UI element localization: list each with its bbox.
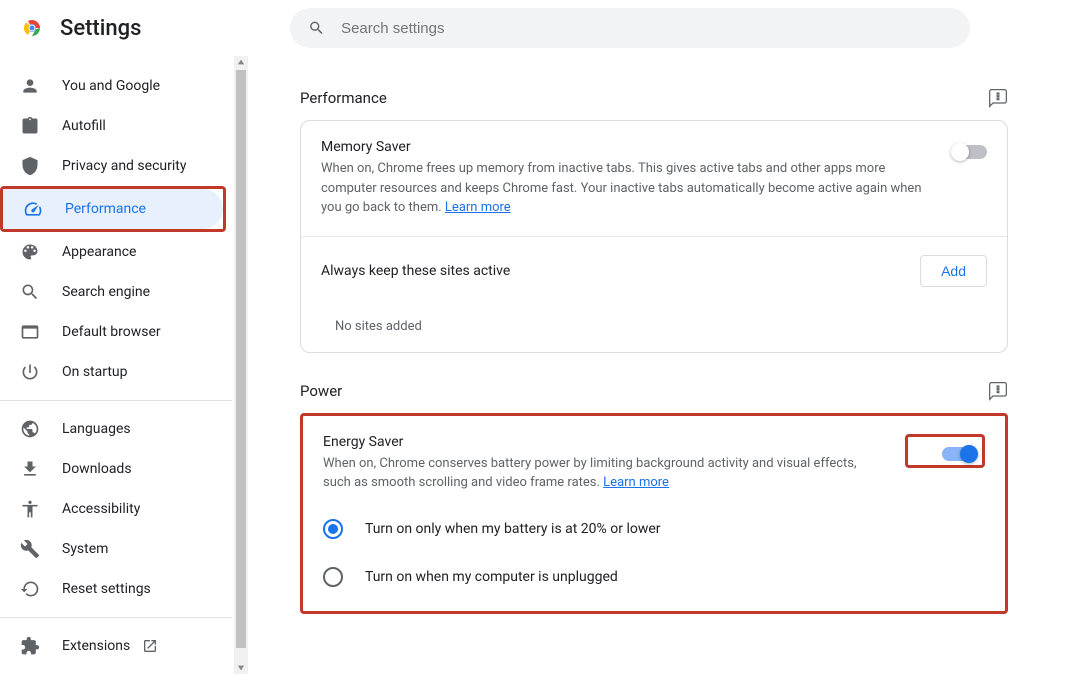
- scrollbar-thumb[interactable]: [236, 70, 246, 648]
- sidebar-item-performance[interactable]: Performance: [3, 189, 223, 229]
- feedback-icon[interactable]: [988, 381, 1008, 401]
- sidebar-item-label: Downloads: [62, 461, 132, 477]
- radio-option-battery-20[interactable]: Turn on only when my battery is at 20% o…: [313, 505, 995, 553]
- sidebar-item-on-startup[interactable]: On startup: [0, 352, 232, 392]
- scroll-down-icon[interactable]: [237, 664, 245, 672]
- sidebar-item-label: System: [62, 541, 108, 557]
- sidebar-item-autofill[interactable]: Autofill: [0, 106, 232, 146]
- memory-saver-desc: When on, Chrome frees up memory from ina…: [321, 159, 925, 218]
- memory-saver-toggle[interactable]: [953, 145, 987, 159]
- sidebar-item-system[interactable]: System: [0, 529, 232, 569]
- browser-icon: [20, 322, 40, 342]
- sidebar-item-label: Performance: [65, 201, 146, 217]
- energy-saver-desc: When on, Chrome conserves battery power …: [323, 454, 887, 493]
- sidebar: You and Google Autofill Privacy and secu…: [0, 56, 232, 676]
- person-icon: [20, 76, 40, 96]
- globe-icon: [20, 419, 40, 439]
- sidebar-item-label: Appearance: [62, 244, 136, 260]
- sidebar-item-label: You and Google: [62, 78, 160, 94]
- sidebar-item-reset[interactable]: Reset settings: [0, 569, 232, 609]
- keep-active-title: Always keep these sites active: [321, 263, 920, 279]
- radio-label: Turn on only when my battery is at 20% o…: [365, 521, 661, 537]
- shield-icon: [20, 156, 40, 176]
- wrench-icon: [20, 539, 40, 559]
- content-area: Performance Memory Saver When on, Chrome…: [250, 56, 1068, 676]
- scrollbar[interactable]: [234, 56, 248, 674]
- learn-more-link[interactable]: Learn more: [603, 475, 669, 490]
- sidebar-item-label: Autofill: [62, 118, 106, 134]
- sidebar-item-privacy[interactable]: Privacy and security: [0, 146, 232, 186]
- performance-section-title: Performance: [300, 89, 387, 107]
- sidebar-item-label: Reset settings: [62, 581, 151, 597]
- sidebar-item-label: On startup: [62, 364, 128, 380]
- radio-icon: [323, 567, 343, 587]
- search-icon: [20, 282, 40, 302]
- sidebar-item-label: Extensions: [62, 638, 130, 654]
- add-button[interactable]: Add: [920, 255, 987, 287]
- memory-saver-card: Memory Saver When on, Chrome frees up me…: [300, 120, 1008, 353]
- scroll-up-icon[interactable]: [237, 58, 245, 66]
- radio-icon: [323, 519, 343, 539]
- sidebar-item-downloads[interactable]: Downloads: [0, 449, 232, 489]
- sidebar-item-default-browser[interactable]: Default browser: [0, 312, 232, 352]
- clipboard-icon: [20, 116, 40, 136]
- sidebar-item-label: Accessibility: [62, 501, 140, 517]
- sidebar-item-label: Default browser: [62, 324, 161, 340]
- search-input[interactable]: [341, 20, 952, 37]
- energy-saver-title: Energy Saver: [323, 434, 887, 450]
- search-icon: [308, 19, 325, 37]
- sidebar-item-languages[interactable]: Languages: [0, 409, 232, 449]
- sidebar-item-label: Search engine: [62, 284, 150, 300]
- energy-saver-card: Energy Saver When on, Chrome conserves b…: [300, 413, 1008, 614]
- chrome-logo-icon: [20, 16, 44, 40]
- divider: [0, 400, 232, 401]
- sidebar-item-label: Languages: [62, 421, 131, 437]
- no-sites-text: No sites added: [301, 305, 1007, 352]
- extension-icon: [20, 636, 40, 656]
- power-section-title: Power: [300, 382, 342, 400]
- radio-label: Turn on when my computer is unplugged: [365, 569, 618, 585]
- feedback-icon[interactable]: [988, 88, 1008, 108]
- sidebar-item-you-and-google[interactable]: You and Google: [0, 66, 232, 106]
- speed-icon: [23, 199, 43, 219]
- energy-saver-toggle[interactable]: [942, 447, 976, 461]
- sidebar-item-accessibility[interactable]: Accessibility: [0, 489, 232, 529]
- download-icon: [20, 459, 40, 479]
- divider: [0, 617, 232, 618]
- sidebar-item-search-engine[interactable]: Search engine: [0, 272, 232, 312]
- sidebar-item-label: Privacy and security: [62, 158, 186, 174]
- sidebar-item-about[interactable]: About Chrome: [0, 666, 232, 676]
- restore-icon: [20, 579, 40, 599]
- accessibility-icon: [20, 499, 40, 519]
- radio-option-unplugged[interactable]: Turn on when my computer is unplugged: [313, 553, 995, 601]
- power-icon: [20, 362, 40, 382]
- learn-more-link[interactable]: Learn more: [445, 200, 511, 215]
- sidebar-item-appearance[interactable]: Appearance: [0, 232, 232, 272]
- open-in-new-icon: [142, 638, 158, 654]
- memory-saver-title: Memory Saver: [321, 139, 925, 155]
- search-box[interactable]: [290, 8, 970, 48]
- sidebar-item-extensions[interactable]: Extensions: [0, 626, 232, 666]
- page-title: Settings: [60, 16, 141, 41]
- palette-icon: [20, 242, 40, 262]
